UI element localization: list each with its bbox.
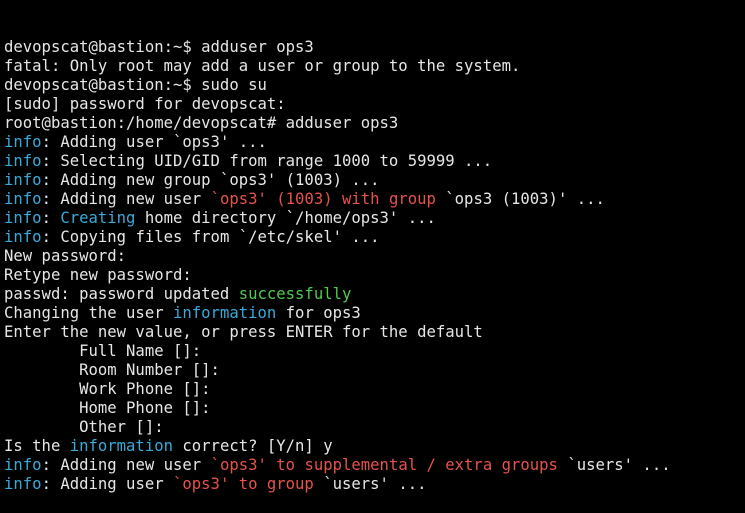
terminal-line: info: Copying files from `/etc/skel' ... (4, 228, 745, 247)
terminal-text-segment: Is the (4, 437, 70, 455)
terminal-text-segment: Work Phone []: (4, 380, 211, 398)
terminal-text-segment: New password: (4, 247, 127, 265)
terminal-text-segment: Room Number []: (4, 361, 220, 379)
terminal-line: Is the information correct? [Y/n] y (4, 437, 745, 456)
terminal-text-segment: information (173, 304, 277, 322)
terminal-text-segment: devopscat@bastion:~$ adduser ops3 (4, 38, 314, 56)
terminal-text-segment: home directory `/home/ops3' ... (135, 209, 436, 227)
terminal-window[interactable]: devopscat@bastion:~$ adduser ops3 fatal: … (0, 0, 745, 493)
terminal-line: fatal: Only root may add a user or group… (4, 57, 745, 76)
terminal-text-segment: : Copying files from `/etc/skel' ... (41, 228, 380, 246)
terminal-text-segment: info (4, 228, 42, 246)
terminal-text-segment: information (69, 437, 173, 455)
terminal-line: info: Adding new group `ops3' (1003) ... (4, 171, 745, 190)
terminal-line: info: Adding user `ops3' to group `users… (4, 475, 745, 494)
terminal-text-segment: : Adding user `ops3' ... (41, 133, 267, 151)
terminal-text-segment: info (4, 133, 42, 151)
terminal-line: info: Adding user `ops3' ... (4, 133, 745, 152)
terminal-line: Retype new password: (4, 266, 745, 285)
terminal-text-segment: `ops3' (1003) with group (210, 190, 446, 208)
terminal-line: [sudo] password for devopscat: (4, 95, 745, 114)
terminal-text-segment: : Adding new user (41, 456, 211, 474)
terminal-text-segment: Changing the user (4, 304, 173, 322)
terminal-line: Room Number []: (4, 361, 745, 380)
terminal-line: passwd: password updated successfully (4, 285, 745, 304)
terminal-line: devopscat@bastion:~$ sudo su (4, 76, 745, 95)
terminal-text-segment: `ops3' to group (173, 475, 324, 493)
terminal-text-segment: for ops3 (276, 304, 361, 322)
terminal-text-segment: correct? [Y/n] y (173, 437, 333, 455)
terminal-line: info: Selecting UID/GID from range 1000 … (4, 152, 745, 171)
terminal-line: info: Adding new user `ops3' (1003) with… (4, 190, 745, 209)
terminal-text-segment: Full Name []: (4, 342, 202, 360)
terminal-text-segment: : Adding new user (41, 190, 211, 208)
terminal-text-segment: fatal: Only root may add a user or group… (4, 57, 521, 75)
terminal-line: Work Phone []: (4, 380, 745, 399)
terminal-text-segment: `users' ... (323, 475, 427, 493)
terminal-text-segment: root@bastion:/home/devopscat# adduser op… (4, 114, 399, 132)
terminal-text-segment: info (4, 475, 42, 493)
terminal-text-segment: info (4, 456, 42, 474)
terminal-text-segment: Home Phone []: (4, 399, 211, 417)
terminal-text-segment: `ops3 (1003)' ... (445, 190, 605, 208)
terminal-text-segment: : Adding new group `ops3' (1003) ... (41, 171, 380, 189)
terminal-line: Changing the user information for ops3 (4, 304, 745, 323)
terminal-text-segment: `users' ... (567, 456, 671, 474)
terminal-text-segment: Retype new password: (4, 266, 192, 284)
terminal-text-segment: : Adding user (41, 475, 173, 493)
terminal-text-segment: passwd: password updated (4, 285, 239, 303)
terminal-line: info: Creating home directory `/home/ops… (4, 209, 745, 228)
terminal-output: devopscat@bastion:~$ adduser ops3 fatal: … (4, 38, 745, 494)
terminal-text-segment: [sudo] password for devopscat: (4, 95, 286, 113)
terminal-line: root@bastion:/home/devopscat# adduser op… (4, 114, 745, 133)
terminal-text-segment: : Selecting UID/GID from range 1000 to 5… (41, 152, 493, 170)
terminal-text-segment: `ops3' to supplemental / extra groups (210, 456, 568, 474)
terminal-text-segment: successfully (238, 285, 352, 303)
terminal-text-segment: info (4, 190, 42, 208)
terminal-text-segment: : (41, 209, 61, 227)
terminal-text-segment: info (4, 171, 42, 189)
terminal-line: devopscat@bastion:~$ adduser ops3 (4, 38, 745, 57)
terminal-text-segment: info (4, 152, 42, 170)
terminal-text-segment: Enter the new value, or press ENTER for … (4, 323, 483, 341)
terminal-line: Enter the new value, or press ENTER for … (4, 323, 745, 342)
terminal-line: New password: (4, 247, 745, 266)
terminal-text-segment: Creating (60, 209, 136, 227)
terminal-line: info: Adding new user `ops3' to suppleme… (4, 456, 745, 475)
terminal-text-segment: info (4, 209, 42, 227)
terminal-text-segment: devopscat@bastion:~$ sudo su (4, 76, 267, 94)
terminal-line: Other []: (4, 418, 745, 437)
terminal-line: Full Name []: (4, 342, 745, 361)
terminal-line: Home Phone []: (4, 399, 745, 418)
terminal-text-segment: Other []: (4, 418, 164, 436)
